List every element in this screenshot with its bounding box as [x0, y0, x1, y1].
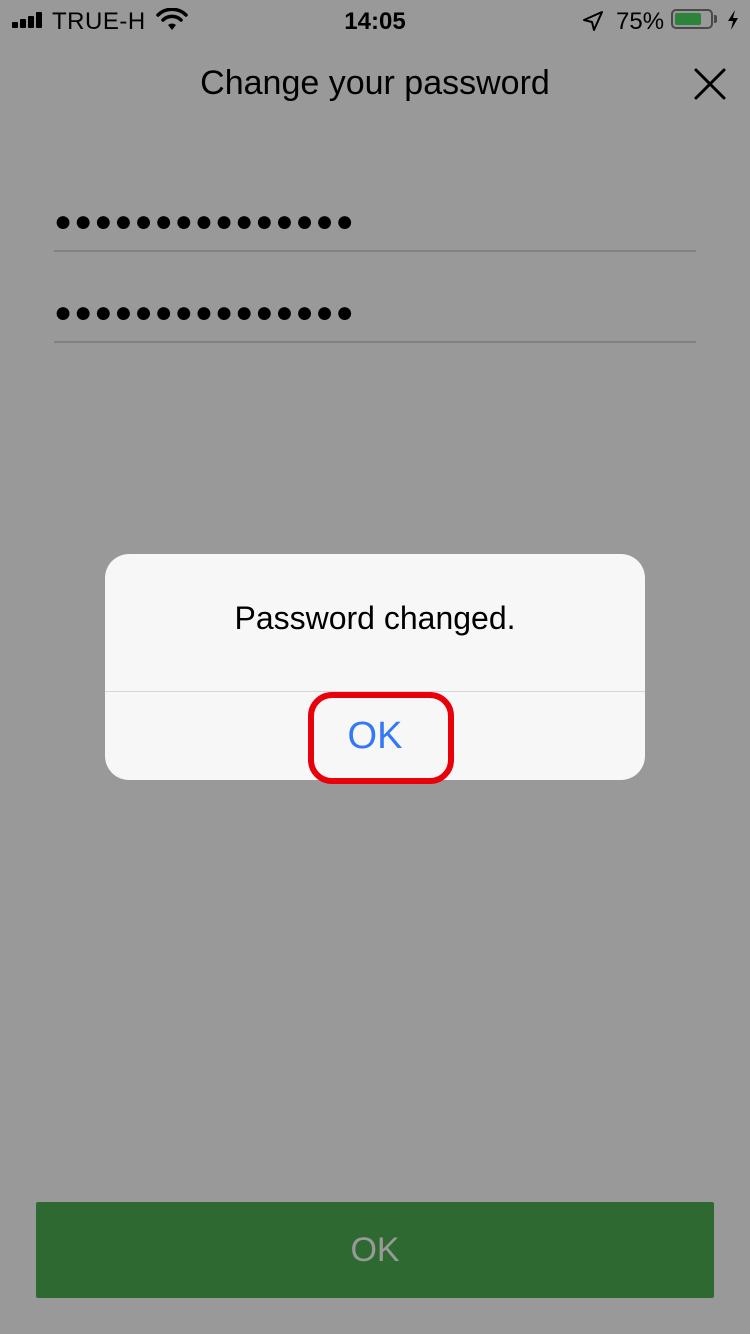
alert-message: Password changed.: [234, 600, 516, 636]
highlight-annotation: [308, 692, 454, 784]
